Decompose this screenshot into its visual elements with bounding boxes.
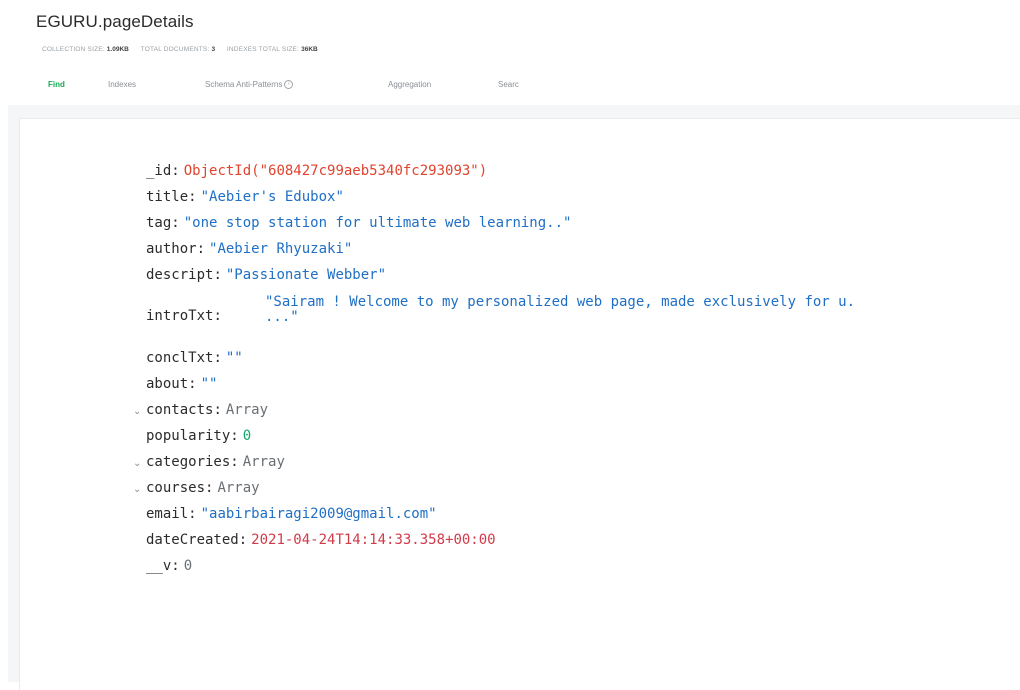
field-key: _id [146,163,172,179]
stat-value: 36KB [301,46,318,53]
field-introtxt-value: "Sairam ! Welcome to my personalized web… [265,294,855,325]
field-value: "Aebier Rhyuzaki" [209,241,353,257]
field-value: Array [217,480,260,496]
field-value-line: ..." [265,309,299,325]
field-key: conclTxt [146,350,214,366]
field-colon: : [230,454,239,470]
field-colon: : [238,532,248,548]
compass-window: EGURU.pageDetails Collection size: 1.09KB… [0,0,1020,690]
collection-namespace-title: EGURU.pageDetails [36,12,194,31]
tab-label: Schema Anti-Patterns [205,80,283,89]
field-key: tag [146,215,172,231]
field-colon: : [230,428,239,444]
field-value: "one stop station for ultimate web learn… [183,215,572,231]
field-value: ObjectId("608427c99aeb5340fc293093") [183,163,488,179]
chevron-down-icon[interactable]: ⌄ [133,406,141,417]
field-value: "Passionate Webber" [225,267,387,283]
field-value: 0 [183,558,193,574]
stat-total-documents: Total documents: 3 [141,46,217,53]
tab-aggregation[interactable]: Aggregation [388,80,431,89]
field-concltxt[interactable]: conclTxt: "" [146,350,243,366]
field-colon: : [188,189,197,205]
field-value: 2021-04-24T14:14:33.358+00:00 [251,532,496,548]
field-colon: : [171,163,180,179]
stat-value: 3 [211,46,216,53]
field-key: introTxt [146,308,214,324]
field-colon: : [171,558,180,574]
field-key: email [146,506,189,522]
tab-search[interactable]: Searc [498,80,519,89]
field-colon: : [171,215,180,231]
tab-schema-anti-patterns[interactable]: Schema Anti-Patterns i [205,80,294,90]
field-value: Array [225,402,269,418]
field-value: "" [200,376,218,392]
chevron-down-icon[interactable]: ⌄ [133,484,141,495]
stat-value: 1.09KB [106,46,129,53]
field-key: author [146,241,197,257]
field-categories[interactable]: categories: Array [146,454,285,470]
field-value: "" [225,350,243,366]
field-colon: : [196,241,206,257]
field-courses[interactable]: courses: Array [146,480,260,496]
field-value: "aabirbairagi2009@gmail.com" [200,506,437,522]
field-author[interactable]: author: "Aebier Rhyuzaki" [146,241,352,257]
field-title[interactable]: title: "Aebier's Edubox" [146,189,344,205]
tab-indexes[interactable]: Indexes [108,80,136,89]
field-colon: : [213,308,222,324]
field-colon: : [188,506,197,522]
field-value: Array [242,454,285,470]
field-datecreated[interactable]: dateCreated: 2021-04-24T14:14:33.358+00:0… [146,532,496,548]
tab-find[interactable]: Find [48,80,65,89]
field-key: popularity [146,428,231,444]
field-v[interactable]: __v: 0 [146,558,192,574]
field-key: descript [146,267,214,283]
field-tag[interactable]: tag: "one stop station for ultimate web l… [146,215,571,231]
field-about[interactable]: about: "" [146,376,217,392]
field-colon: : [213,267,222,283]
field-descript[interactable]: descript: "Passionate Webber" [146,267,386,283]
field-introtxt[interactable]: introTxt: [146,308,226,324]
stat-label: Total documents: [140,46,210,53]
field-colon: : [188,376,197,392]
stat-collection-size: Collection size: 1.09KB [42,46,131,53]
field-colon: : [213,350,222,366]
field-key: courses [146,480,206,496]
field-key: categories [146,454,231,470]
field-contacts[interactable]: contacts: Array [146,402,268,418]
field-popularity[interactable]: popularity: 0 [146,428,251,444]
collection-header: EGURU.pageDetails Collection size: 1.09KB… [0,0,535,100]
field-key: title [146,189,189,205]
field-colon: : [205,480,214,496]
field-key: __v [146,558,172,574]
field-colon: : [213,402,222,418]
stat-label: Indexes total size: [226,46,300,53]
field-value: 0 [242,428,252,444]
field-id[interactable]: _id: ObjectId("608427c99aeb5340fc293093") [146,163,487,179]
field-key: dateCreated [146,532,239,548]
field-value-line: "Sairam ! Welcome to my personalized web… [265,294,856,310]
collection-tabs: Find Indexes Schema Anti-Patterns i Aggre… [0,76,535,94]
field-value: "Aebier's Edubox" [200,189,344,205]
stat-indexes-size: Indexes total size: 36KB [227,46,318,53]
field-key: about [146,376,189,392]
stat-label: Collection size: [42,46,105,53]
field-email[interactable]: email: "aabirbairagi2009@gmail.com" [146,506,437,522]
document-card[interactable]: _id: ObjectId("608427c99aeb5340fc293093")… [19,118,1020,690]
collection-stats: Collection size: 1.09KB Total documents: 3… [42,46,328,53]
chevron-down-icon[interactable]: ⌄ [133,458,141,469]
info-icon: i [284,80,294,90]
field-key: contacts [146,402,214,418]
documents-list-area: _id: ObjectId("608427c99aeb5340fc293093")… [8,105,1020,690]
